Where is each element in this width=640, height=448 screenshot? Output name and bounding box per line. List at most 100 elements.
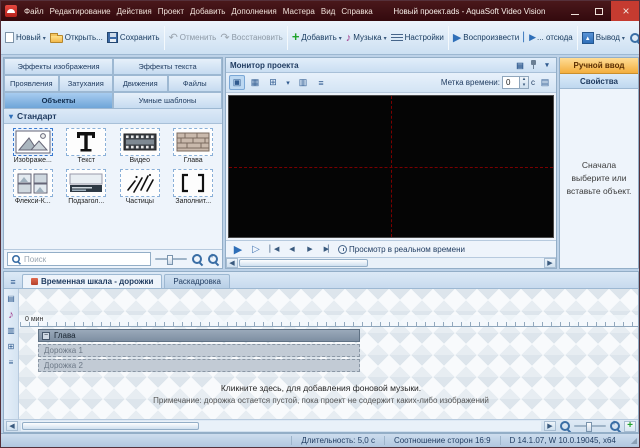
new-label: Новый [16,33,41,42]
monitor-extra-icon[interactable] [537,75,553,90]
tab-fade-in[interactable]: Проявления [4,75,59,92]
new-button[interactable]: Новый [3,29,48,46]
dock-options-icon[interactable] [514,59,526,71]
guides-icon[interactable] [313,75,329,90]
toolbox-item-flexi-collage[interactable]: Флекси-К... [6,168,60,206]
scroll-right-icon[interactable] [544,258,556,268]
undo-button[interactable]: Отменить [167,28,219,47]
preview-play-button[interactable] [230,242,246,257]
music-track-icon[interactable] [5,308,18,321]
timeline-zoom-out-icon[interactable] [559,420,571,432]
snap-toggle-icon[interactable] [265,75,281,90]
menu-item-actions[interactable]: Действия [114,4,155,19]
toolbox-item-particles[interactable]: Частицы [113,168,167,206]
video-track-icon[interactable] [5,324,18,337]
timeline-zoom-in-icon[interactable] [609,420,621,432]
section-header-standard[interactable]: Стандарт [4,109,222,124]
tab-storyboard[interactable]: Раскадровка [164,274,230,288]
tab-motions[interactable]: Движения [113,75,168,92]
go-start-button[interactable] [266,242,282,257]
previous-frame-button[interactable] [284,242,300,257]
search-button[interactable]: Поиск [627,29,640,47]
play-button[interactable]: Воспроизвести [451,28,521,47]
tab-properties[interactable]: Свойства [560,74,638,89]
chapter-track-icon[interactable] [5,340,18,353]
timeline-scrollbar-thumb[interactable] [22,422,199,430]
add-track-icon[interactable] [5,292,18,305]
grid-toggle-icon[interactable] [247,75,263,90]
music-button[interactable]: Музыка [344,29,389,47]
toolbox-item-chapter[interactable]: Глава [167,127,221,165]
menu-item-view[interactable]: Вид [318,4,338,19]
menu-item-help[interactable]: Справка [338,4,375,19]
properties-panel: Ручной ввод Свойства Сначала выберите ил… [559,57,639,269]
menu-item-file[interactable]: Файл [21,4,47,19]
scrollbar-thumb[interactable] [239,259,368,267]
toolbox-item-video[interactable]: Видео [113,127,167,165]
tab-image-effects[interactable]: Эффекты изображения [4,58,113,75]
close-button[interactable] [611,1,640,21]
add-object-button[interactable] [624,421,636,432]
realtime-preview-label[interactable]: Просмотр в реальном времени [349,245,465,254]
scroll-left-icon[interactable] [226,258,238,268]
next-frame-button[interactable] [302,242,318,257]
menu-item-add[interactable]: Добавить [187,4,228,19]
tab-smart-templates[interactable]: Умные шаблоны [113,92,222,109]
menu-item-edit[interactable]: Редактирование [47,4,114,19]
timeline-scrollbar-track[interactable] [21,421,541,431]
scroll-right-icon[interactable] [544,421,556,431]
scrollbar-track[interactable] [238,258,544,268]
spinner-down-icon[interactable] [520,83,528,89]
tab-objects[interactable]: Объекты [4,92,113,109]
play-from-cursor-button[interactable] [248,242,264,257]
scroll-left-icon[interactable] [6,421,18,431]
chapter-track-bar[interactable]: Глава [38,329,360,342]
pin-icon[interactable] [530,60,538,70]
tab-fade-out[interactable]: Затухания [59,75,114,92]
thumbnail-size-slider[interactable] [155,254,187,264]
chevron-down-icon[interactable] [542,59,552,71]
timeline-ruler[interactable]: 0 мин [20,315,638,327]
search-field[interactable] [7,252,151,266]
settings-button[interactable]: Настройки [389,29,446,46]
toolbox-item-text[interactable]: Текст [60,127,114,165]
safe-area-icon[interactable] [295,75,311,90]
save-button[interactable]: Сохранить [105,29,162,46]
toolbox-item-subtitle[interactable]: Подзагол... [60,168,114,206]
collapse-icon[interactable] [42,332,50,340]
timeline-scrollbar [4,419,638,432]
maximize-button[interactable] [587,1,611,21]
go-end-button[interactable] [320,242,336,257]
menu-item-wizards[interactable]: Мастера [280,4,318,19]
redo-button[interactable]: Восстановить [218,28,284,47]
zoom-in-icon[interactable] [207,253,219,265]
play-from-here-button[interactable]: ... отсюда [521,29,575,46]
track-row-1[interactable]: Дорожка 1 [38,344,360,357]
toolbox-item-image[interactable]: Изображе... [6,127,60,165]
add-button[interactable]: Добавить [290,29,344,46]
tab-text-effects[interactable]: Эффекты текста [113,58,222,75]
chevron-down-icon [9,111,13,121]
background-music-hint[interactable]: Кликните здесь, для добавления фоновой м… [4,383,638,393]
timecode-spinner[interactable]: 0 [502,76,529,89]
minimize-button[interactable] [563,1,587,21]
tab-manual-input[interactable]: Ручной ввод [560,58,638,74]
tab-files[interactable]: Файлы [168,75,223,92]
preview-mode-icon[interactable] [229,75,245,90]
resize-grip[interactable] [625,436,639,445]
tab-timeline-tracks[interactable]: Временная шкала - дорожки [22,274,162,288]
titlebar: Файл Редактирование Действия Проект Доба… [1,1,640,21]
timeline-menu-icon[interactable] [6,275,20,288]
toolbox-item-placeholder[interactable]: Заполнит... [167,168,221,206]
track-options-icon[interactable] [5,356,18,369]
menu-item-project[interactable]: Проект [155,4,187,19]
timeline-zoom-slider[interactable] [574,421,606,431]
view-options-chevron-icon[interactable] [283,75,293,90]
output-button[interactable]: Вывод [580,29,627,47]
track-row-2[interactable]: Дорожка 2 [38,359,360,372]
storyboard-tab-label: Раскадровка [173,277,221,286]
zoom-out-icon[interactable] [191,253,203,265]
search-input[interactable] [24,255,148,264]
open-button[interactable]: Открыть... [48,29,105,46]
menu-item-addons[interactable]: Дополнения [228,4,279,19]
